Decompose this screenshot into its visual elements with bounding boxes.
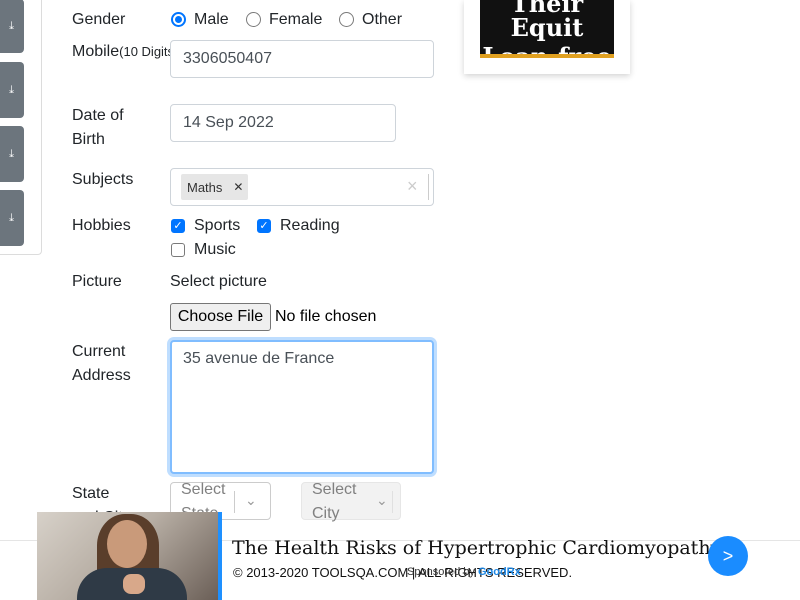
ad-banner[interactable]: Their Equit Loan-free	[464, 0, 630, 74]
subject-chip: Maths ✕	[181, 174, 249, 200]
hobby-reading-label[interactable]: Reading	[280, 216, 340, 236]
hobby-reading-checkbox[interactable]: ✓	[257, 219, 271, 233]
banner-title[interactable]: The Health Risks of Hypertrophic Cardiom…	[232, 537, 721, 559]
hobby-sports-checkbox[interactable]: ✓	[171, 219, 185, 233]
sponsored-prefix: Sponsored by	[407, 566, 475, 578]
gender-other-radio[interactable]	[339, 12, 354, 27]
state-separator	[234, 491, 235, 513]
gender-male-label[interactable]: Male	[194, 10, 229, 30]
select-picture-label: Select picture	[170, 273, 267, 290]
download-icon[interactable]: ⤓	[0, 0, 24, 53]
dob-input[interactable]: 14 Sep 2022	[170, 104, 396, 142]
subjects-separator	[428, 174, 429, 200]
sponsor-name[interactable]: GoodRx	[478, 566, 521, 578]
address-label: Current Address	[72, 340, 131, 388]
ad-accent-bar	[480, 54, 614, 58]
gender-female-label[interactable]: Female	[269, 10, 322, 30]
hobby-music-checkbox[interactable]	[171, 243, 185, 257]
ad-image: Their Equit Loan-free	[480, 0, 614, 54]
sponsored-by: Sponsored by GoodRx	[407, 566, 521, 578]
banner-face-shape	[107, 520, 147, 568]
ad-line2: Loan-free	[480, 40, 614, 54]
download-icon[interactable]: ⤓	[0, 126, 24, 182]
hobby-music-label[interactable]: Music	[194, 240, 236, 260]
state-city-label-line1: State	[72, 485, 110, 502]
subject-chip-label: Maths	[187, 179, 223, 195]
next-button[interactable]: >	[708, 536, 748, 576]
dob-label-line2: Birth	[72, 131, 105, 148]
gender-other-label[interactable]: Other	[362, 10, 402, 30]
chevron-down-icon[interactable]: ⌄	[376, 492, 388, 509]
picture-label: Picture	[72, 273, 122, 290]
state-placeholder-line1: Select	[181, 481, 226, 498]
download-icon[interactable]: ⤓	[0, 190, 24, 246]
remove-chip-icon[interactable]: ✕	[228, 180, 248, 194]
mobile-value: 3306050407	[183, 50, 272, 67]
download-icon[interactable]: ⤓	[0, 62, 24, 118]
gender-male-radio[interactable]	[171, 12, 186, 27]
current-address-textarea[interactable]: 35 avenue de France	[170, 340, 434, 474]
address-label-line1: Current	[72, 343, 126, 360]
banner-hand-shape	[123, 574, 145, 594]
hobby-sports-label[interactable]: Sports	[194, 216, 240, 236]
dob-label: Date of Birth	[72, 104, 124, 152]
mobile-label-text: Mobile	[72, 43, 120, 60]
left-sidebar: ⤓ ⤓ ⤓ ⤓	[0, 0, 42, 255]
dob-label-line1: Date of	[72, 107, 124, 124]
gender-female-radio[interactable]	[246, 12, 261, 27]
address-label-line2: Address	[72, 367, 131, 384]
hobbies-label: Hobbies	[72, 217, 131, 234]
address-value: 35 avenue de France	[183, 350, 335, 367]
file-status: No file chosen	[275, 308, 377, 325]
copyright-text: © 2013-2020 TOOLSQA.COM | ALL RIGHTS RES…	[233, 565, 573, 580]
city-placeholder-line2: City	[312, 505, 340, 522]
dob-value: 14 Sep 2022	[183, 114, 274, 131]
city-placeholder-line1: Select	[312, 481, 357, 498]
gender-label: Gender	[72, 11, 126, 28]
chevron-down-icon[interactable]: ⌄	[245, 492, 257, 509]
subjects-label: Subjects	[72, 171, 134, 188]
clear-icon[interactable]: ×	[407, 176, 418, 197]
mobile-input[interactable]: 3306050407	[170, 40, 434, 78]
city-separator	[392, 491, 393, 513]
mobile-label: Mobile(10 Digits)	[72, 40, 178, 64]
banner-image[interactable]	[37, 512, 222, 600]
city-placeholder: Select City	[312, 478, 372, 526]
choose-file-button[interactable]: Choose File	[170, 303, 271, 331]
city-select[interactable]: Select City ⌄	[301, 481, 401, 522]
ad-line1: Their Equit	[510, 0, 584, 42]
